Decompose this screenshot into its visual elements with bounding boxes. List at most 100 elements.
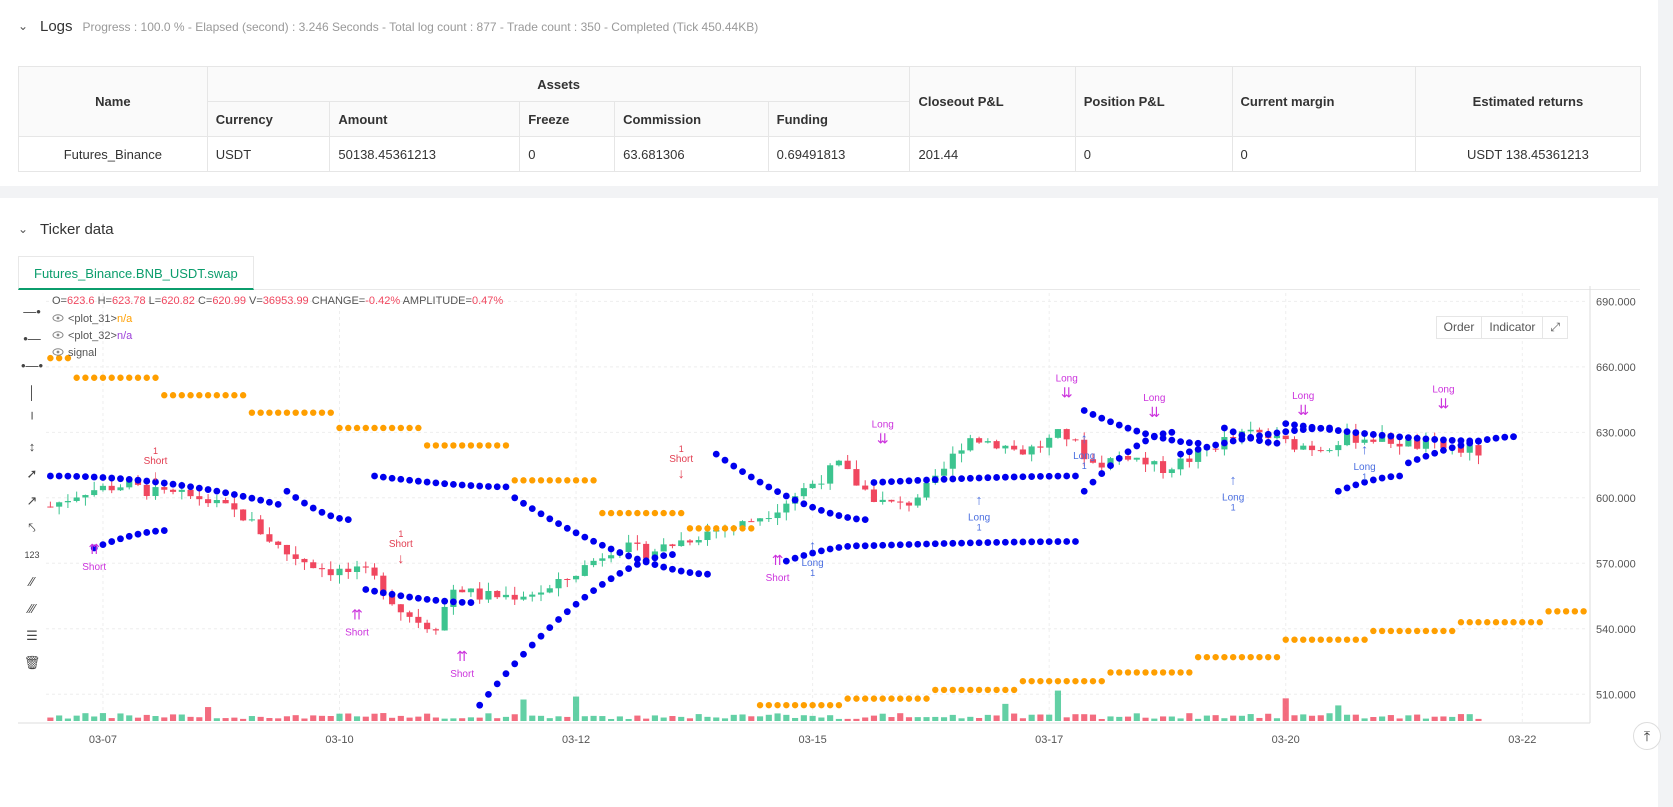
trend-line-icon[interactable]: ➚ bbox=[20, 460, 44, 487]
trade-qty-label: 1 bbox=[810, 568, 815, 578]
blue-dot-upper bbox=[458, 481, 466, 489]
order-button[interactable]: Order bbox=[1436, 317, 1483, 338]
volume-bar bbox=[660, 717, 667, 721]
orange-dot bbox=[529, 477, 536, 484]
col-closeout: Closeout P&L bbox=[909, 66, 1076, 137]
blue-dot-lower bbox=[1466, 439, 1474, 447]
orange-dot bbox=[1527, 619, 1535, 626]
volume-bar bbox=[1151, 718, 1158, 721]
volume-bar bbox=[1308, 715, 1316, 721]
orange-dot bbox=[1352, 636, 1360, 643]
cell-currency: USDT bbox=[206, 136, 331, 172]
volume-bar bbox=[318, 715, 326, 721]
volume-bar bbox=[537, 715, 545, 721]
candle-body bbox=[494, 590, 501, 598]
parallel-channel-icon[interactable]: ⁄⁄ bbox=[20, 568, 44, 595]
volume-bar bbox=[984, 714, 991, 721]
orange-dot bbox=[143, 374, 150, 381]
blue-dot-upper bbox=[677, 567, 685, 575]
orange-dot bbox=[1028, 677, 1035, 685]
horizontal-line-icon[interactable]: —• bbox=[20, 298, 44, 325]
blue-dot-upper bbox=[826, 509, 834, 517]
volume-bar bbox=[283, 716, 291, 721]
volume-bar bbox=[1343, 714, 1351, 721]
orange-dot bbox=[239, 392, 247, 399]
trash-icon[interactable]: 🗑 bbox=[20, 649, 44, 676]
volume-bar bbox=[976, 717, 983, 721]
blue-dot-lower bbox=[966, 539, 974, 547]
orange-dot bbox=[537, 477, 545, 484]
blue-dot-lower bbox=[511, 660, 519, 668]
blue-dot-lower bbox=[1317, 424, 1325, 432]
volume-bar bbox=[765, 714, 772, 721]
fib-channel-icon[interactable]: ⁄⁄⁄ bbox=[20, 595, 44, 622]
orange-dot bbox=[923, 695, 930, 702]
candle-body bbox=[73, 497, 80, 501]
chevron-down-icon[interactable]: ⌄ bbox=[18, 19, 30, 33]
candle-body bbox=[187, 489, 194, 497]
candle-body bbox=[424, 622, 431, 630]
indicator-button[interactable]: Indicator bbox=[1482, 317, 1544, 338]
blue-dot-lower bbox=[1010, 538, 1018, 546]
vertical-ray-icon[interactable]: ╵ bbox=[20, 406, 44, 433]
blue-dot-lower bbox=[1369, 476, 1377, 484]
blue-dot-upper bbox=[791, 496, 799, 504]
volume-bar bbox=[1195, 718, 1202, 721]
price-label-icon[interactable]: 123 bbox=[20, 541, 44, 568]
volume-bar bbox=[695, 714, 702, 721]
horizontal-ray-icon[interactable]: •— bbox=[20, 325, 44, 352]
orange-dot bbox=[1151, 669, 1158, 676]
horizontal-segment-icon[interactable]: •—• bbox=[20, 352, 44, 379]
trade-qty-label: 1 bbox=[398, 529, 403, 539]
volume-bar bbox=[1352, 714, 1359, 721]
blue-dot-upper bbox=[1115, 421, 1123, 429]
logs-header[interactable]: ⌄ Logs Progress : 100.0 % - Elapsed (sec… bbox=[18, 18, 758, 35]
vertical-line-icon[interactable]: │ bbox=[20, 379, 44, 406]
blue-dot-upper bbox=[1142, 430, 1149, 438]
orange-dot bbox=[161, 392, 168, 399]
blue-dot-upper bbox=[590, 537, 597, 545]
blue-dot-upper bbox=[379, 473, 387, 481]
blue-dot-upper bbox=[1168, 436, 1176, 444]
volume-bar bbox=[231, 717, 238, 721]
volume-bar bbox=[327, 716, 334, 721]
orange-dot bbox=[1361, 636, 1368, 643]
orange-dot bbox=[257, 409, 264, 416]
candle-body bbox=[362, 566, 369, 568]
trade-label-long: Long bbox=[1292, 391, 1314, 402]
orange-dot bbox=[248, 409, 256, 416]
blue-dot-lower bbox=[476, 701, 484, 709]
orange-dot bbox=[231, 392, 238, 399]
blue-dot-upper bbox=[125, 475, 133, 483]
orange-dot bbox=[1519, 619, 1526, 626]
blue-dot-lower bbox=[520, 650, 527, 658]
fullscreen-icon[interactable]: ⤢ bbox=[1543, 317, 1567, 338]
blue-dot-upper bbox=[896, 477, 904, 485]
ray-line-icon[interactable]: ↗ bbox=[20, 487, 44, 514]
blue-dot-lower bbox=[1501, 433, 1509, 441]
blue-dot-lower bbox=[1308, 425, 1316, 433]
orange-dot bbox=[90, 374, 98, 381]
segment-line-icon[interactable]: ⤣ bbox=[20, 514, 44, 541]
price-chart[interactable]: 690.000 660.000 630.000 600.000 570.000 540.0… bbox=[0, 198, 1658, 807]
blue-dot-lower bbox=[1282, 428, 1290, 436]
candle-body bbox=[967, 438, 974, 451]
candle-body bbox=[888, 499, 895, 502]
orange-dot bbox=[1072, 677, 1079, 685]
volume-bar bbox=[152, 716, 159, 721]
blue-dot-upper bbox=[414, 477, 422, 485]
orange-dot bbox=[1413, 627, 1421, 635]
blue-dot-lower bbox=[607, 575, 615, 583]
vertical-segment-icon[interactable]: ↕ bbox=[20, 433, 44, 460]
candle-body bbox=[879, 499, 886, 502]
blue-dot-upper bbox=[432, 479, 440, 487]
blue-dot-upper bbox=[134, 476, 142, 484]
trade-arrow-signal_down: ⇊ bbox=[1297, 402, 1309, 418]
candle-body bbox=[1002, 445, 1009, 449]
volume-bar bbox=[1046, 714, 1053, 721]
scroll-to-top-button[interactable]: ⤒ bbox=[1633, 722, 1661, 750]
fib-retracement-icon[interactable]: ☰ bbox=[20, 622, 44, 649]
volume-bar bbox=[187, 716, 194, 721]
trade-label-short: Short bbox=[669, 454, 693, 465]
orange-dot bbox=[47, 354, 54, 362]
